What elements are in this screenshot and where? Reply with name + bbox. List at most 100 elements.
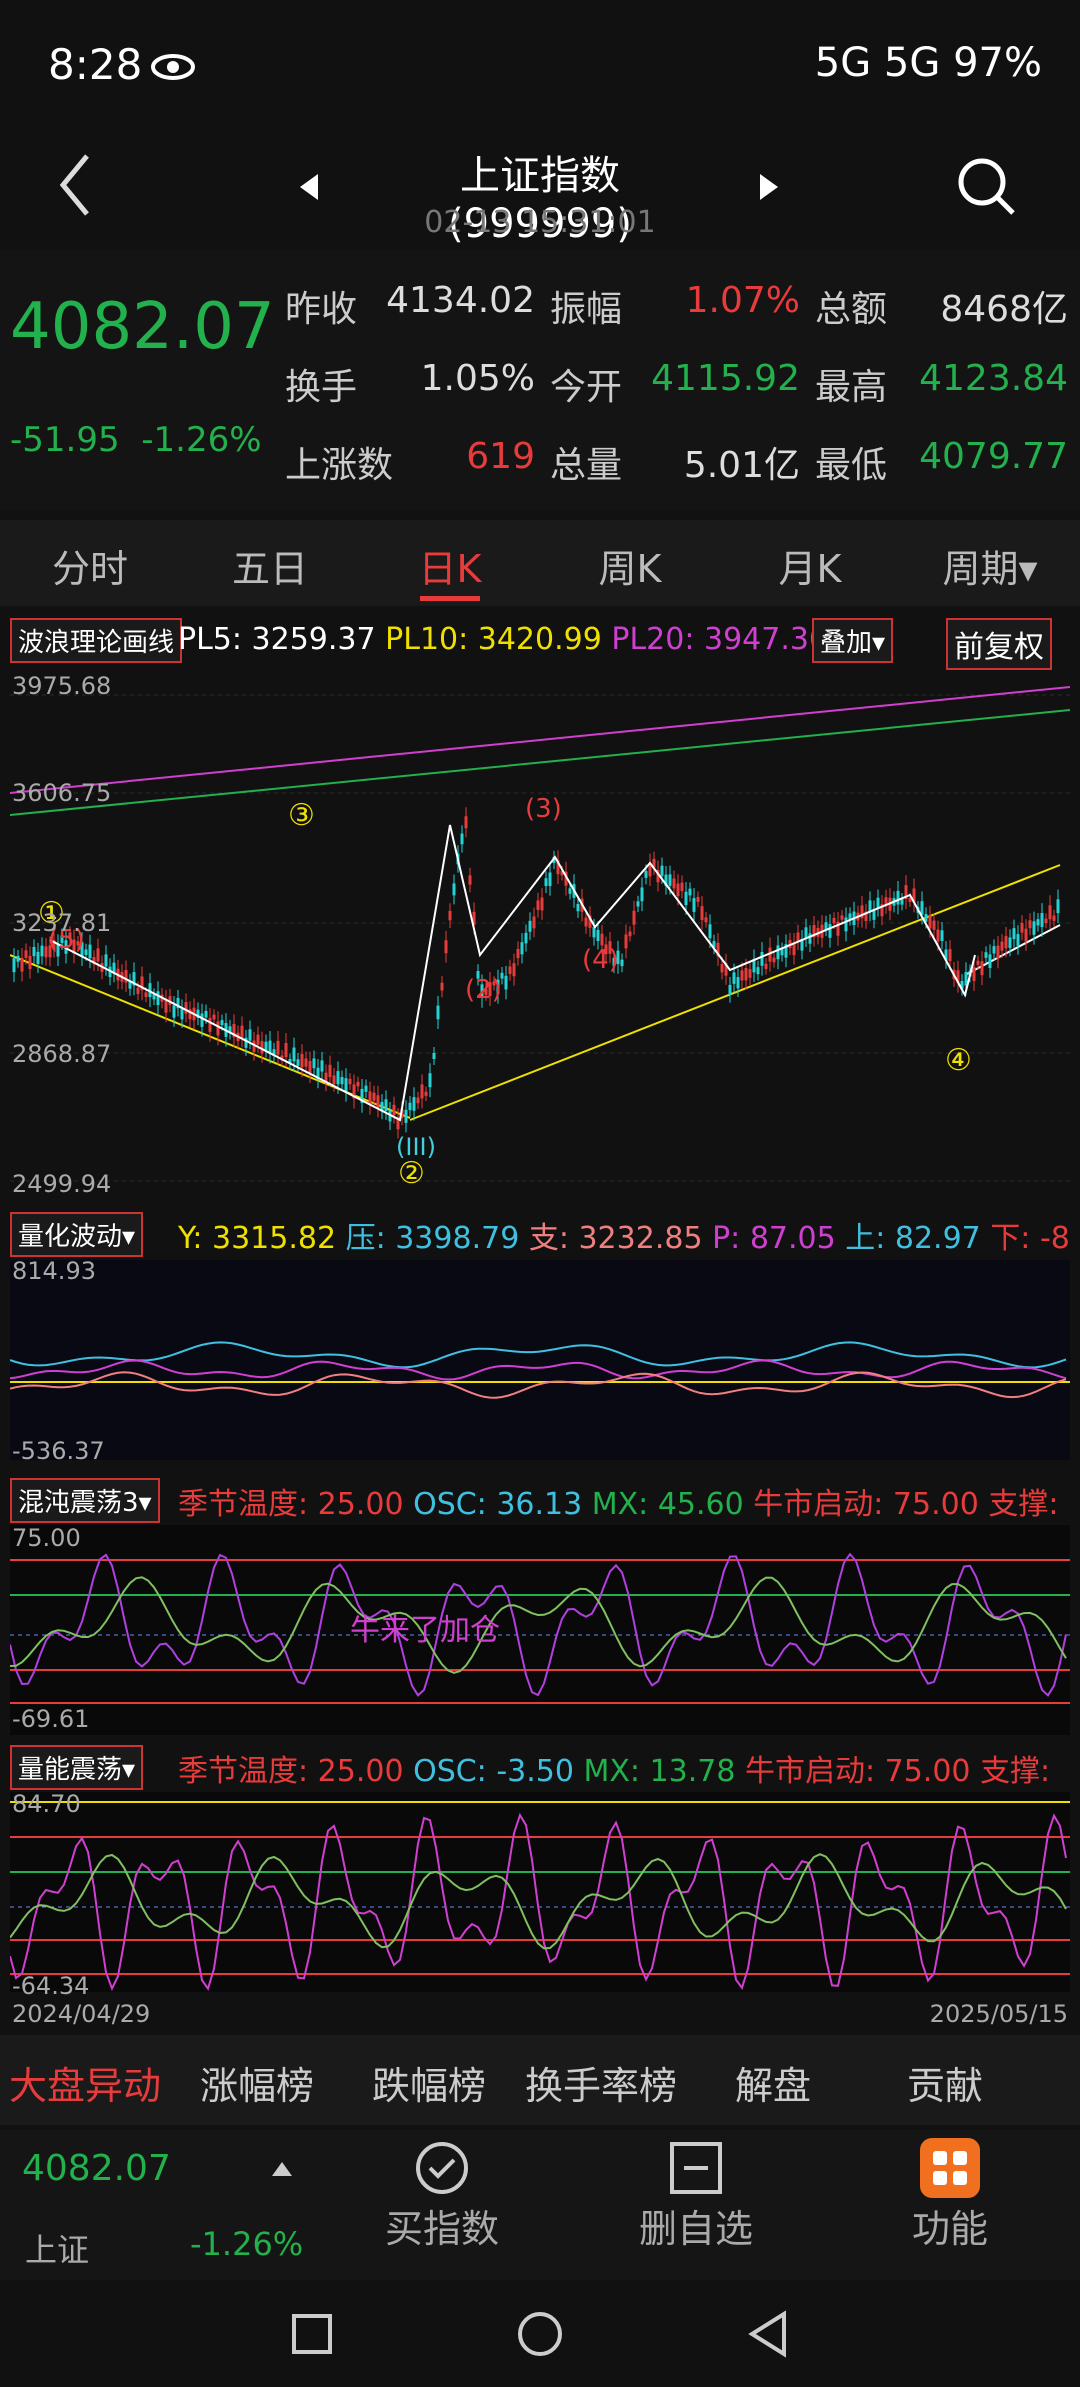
candle-body bbox=[832, 917, 836, 924]
home-icon[interactable] bbox=[516, 2310, 564, 2358]
candle-body bbox=[844, 917, 848, 932]
quote-value: 1.07% bbox=[685, 280, 800, 321]
bottom-tab-1[interactable]: 涨幅榜 bbox=[172, 2055, 342, 2110]
main-legend: PL5: 3259.37 PL10: 3420.99 PL20: 3947.30 bbox=[178, 622, 828, 657]
nav-name: 上证 bbox=[25, 2231, 90, 2269]
candle-body bbox=[920, 901, 924, 915]
candle-body bbox=[408, 1102, 412, 1111]
y-label-top: 3975.68 bbox=[12, 672, 112, 700]
candle-body bbox=[516, 948, 520, 959]
function-button[interactable]: 功能 bbox=[860, 2138, 1040, 2253]
candle-body bbox=[1020, 923, 1024, 933]
candle-body bbox=[624, 934, 628, 949]
tab-4[interactable]: 月K bbox=[730, 538, 890, 593]
expand-up-icon[interactable] bbox=[270, 2160, 294, 2178]
candle-body bbox=[84, 949, 88, 955]
candle-body bbox=[284, 1043, 288, 1057]
candle-body bbox=[1008, 937, 1012, 948]
back-icon[interactable] bbox=[55, 150, 95, 220]
candle-body bbox=[264, 1041, 268, 1051]
candle-body bbox=[936, 929, 940, 942]
overlay-button[interactable]: 叠加▾ bbox=[812, 618, 894, 663]
y-label-2: 3606.75 bbox=[12, 779, 112, 807]
candle-body bbox=[420, 1084, 424, 1099]
status-time: 8:28 bbox=[48, 40, 143, 89]
wave-theory-tag[interactable]: 波浪理论画线 bbox=[10, 618, 183, 663]
indicator1-chart bbox=[10, 1260, 1070, 1460]
candle-body bbox=[684, 891, 688, 906]
indicator2-tag[interactable]: 混沌震荡3▾ bbox=[10, 1478, 160, 1523]
candle-body bbox=[984, 952, 988, 958]
legend-item: P: 87.05 bbox=[712, 1221, 846, 1256]
quote-label: 振幅 bbox=[550, 289, 623, 330]
candle-body bbox=[248, 1029, 252, 1041]
kline-chart[interactable]: ① ③ ② ④ (5) (3) (4) (2) (III) bbox=[10, 665, 1070, 1195]
candle-body bbox=[584, 917, 588, 927]
legend-item: 季节温度: 25.00 bbox=[178, 1487, 414, 1522]
remove-watchlist-button[interactable]: 删自选 bbox=[606, 2138, 786, 2253]
adjust-button[interactable]: 前复权 bbox=[946, 618, 1052, 670]
candle-body bbox=[1000, 941, 1004, 951]
candle-body bbox=[948, 949, 952, 962]
candle-body bbox=[156, 991, 160, 1006]
bottom-tab-3[interactable]: 换手率榜 bbox=[516, 2055, 686, 2110]
function-grid-icon bbox=[920, 2138, 980, 2198]
legend-item: OSC: -3.50 bbox=[413, 1754, 584, 1789]
quote-label: 总量 bbox=[550, 445, 623, 486]
buy-index-button[interactable]: 买指数 bbox=[352, 2138, 532, 2253]
candle-body bbox=[756, 967, 760, 975]
next-stock-icon[interactable] bbox=[758, 172, 780, 202]
indicator3-tag[interactable]: 量能震荡▾ bbox=[10, 1745, 144, 1790]
wave-label-3: ③ bbox=[288, 798, 315, 833]
candle-body bbox=[36, 951, 40, 964]
candle-body bbox=[1036, 919, 1040, 926]
candle-body bbox=[1028, 920, 1032, 929]
bottom-tab-5[interactable]: 贡献 bbox=[860, 2055, 1030, 2110]
candle-body bbox=[332, 1075, 336, 1085]
candle-body bbox=[1024, 928, 1028, 942]
candle-body bbox=[728, 984, 732, 995]
bottom-tab-2[interactable]: 跌幅榜 bbox=[344, 2055, 514, 2110]
tab-2[interactable]: 日K bbox=[370, 538, 530, 593]
candle-body bbox=[680, 882, 684, 892]
quote-label: 最高 bbox=[815, 367, 888, 408]
bottom-tab-4[interactable]: 解盘 bbox=[688, 2055, 858, 2110]
tab-5[interactable]: 周期▾ bbox=[910, 538, 1070, 593]
quote-label: 今开 bbox=[550, 367, 623, 408]
ind1-ybot: -536.37 bbox=[12, 1437, 105, 1465]
candle-body bbox=[520, 942, 524, 955]
candle-body bbox=[164, 999, 168, 1013]
wave-label-r2: (2) bbox=[465, 975, 502, 1005]
legend-item: 牛市启动: 75.00 bbox=[744, 1754, 981, 1789]
candle-body bbox=[312, 1058, 316, 1069]
quote-label: 总额 bbox=[815, 289, 888, 330]
candle-body bbox=[344, 1078, 348, 1092]
candle-body bbox=[540, 897, 544, 911]
tab-0[interactable]: 分时 bbox=[10, 538, 170, 593]
recent-apps-icon[interactable] bbox=[290, 2312, 334, 2356]
candle-body bbox=[980, 961, 984, 976]
candle-body bbox=[732, 972, 736, 984]
candle-body bbox=[432, 1052, 436, 1059]
indicator1-tag[interactable]: 量化波动▾ bbox=[10, 1212, 144, 1257]
candle-body bbox=[524, 932, 528, 944]
function-label: 功能 bbox=[911, 2207, 988, 2251]
candle-body bbox=[448, 910, 452, 921]
search-icon[interactable] bbox=[955, 155, 1017, 217]
back-nav-icon[interactable] bbox=[746, 2310, 790, 2358]
y-label-4: 2868.87 bbox=[12, 1040, 112, 1068]
candle-body bbox=[376, 1095, 380, 1109]
bottom-tab-0[interactable]: 大盘异动 bbox=[0, 2055, 170, 2110]
legend-item: 支: 3232.85 bbox=[528, 1221, 713, 1256]
candle-body bbox=[372, 1092, 376, 1101]
candle-body bbox=[1056, 899, 1060, 914]
candle-body bbox=[452, 883, 456, 896]
tab-1[interactable]: 五日 bbox=[190, 538, 350, 593]
candle-body bbox=[748, 969, 752, 978]
candle-body bbox=[576, 904, 580, 912]
tab-3[interactable]: 周K bbox=[550, 538, 710, 593]
price-change: -51.95 -1.26% bbox=[10, 420, 262, 460]
prev-stock-icon[interactable] bbox=[298, 172, 320, 202]
candle-body bbox=[628, 931, 632, 937]
candle-body bbox=[412, 1097, 416, 1111]
